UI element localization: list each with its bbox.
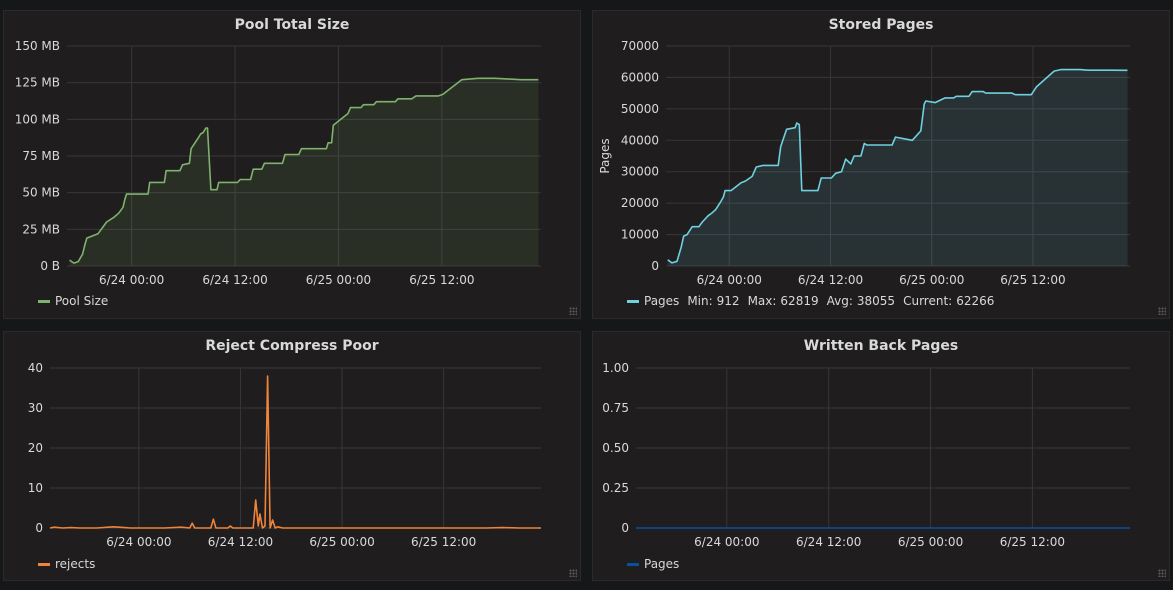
rejects-chart: 0 10 20 30 40 6/24 00:00 6/24 12:00 6/25 00:00 6… (28, 361, 541, 549)
legend: rejects (38, 557, 95, 571)
x-tick-label: 6/24 00:00 (99, 273, 164, 287)
series-area (667, 69, 1128, 266)
y-tick-label: 50 MB (22, 186, 60, 200)
legend-series-name[interactable]: Pool Size (55, 294, 108, 308)
x-tick-label: 6/24 00:00 (694, 535, 759, 549)
legend-swatch (627, 562, 639, 566)
y-tick-label: 0 (651, 259, 659, 273)
y-tick-label: 70000 (621, 39, 659, 53)
series-line[interactable] (49, 375, 541, 529)
legend: Pool Size (38, 294, 108, 308)
y-tick-label: 100 MB (15, 112, 60, 126)
panel-pool-total-size: Pool Total Size 0 B 25 MB 50 MB 75 MB 100 MB… (3, 10, 581, 319)
y-tick-label: 0.50 (602, 441, 629, 455)
y-tick-label: 125 MB (15, 76, 60, 90)
y-tick-label: 20 (28, 441, 43, 455)
legend: Pages Min: 912 Max: 62819 Avg: 38055 Cur… (627, 294, 994, 308)
y-tick-label: 0.25 (602, 481, 629, 495)
y-tick-label: 10000 (621, 228, 659, 242)
legend-min-label: Min: (687, 294, 713, 308)
legend-swatch (38, 562, 50, 566)
grid (50, 367, 541, 529)
x-tick-label: 6/25 00:00 (309, 535, 374, 549)
y-tick-label: 30 (28, 401, 43, 415)
y-tick-label: 10 (28, 481, 43, 495)
legend-swatch (38, 299, 50, 303)
stored-pages-chart: 0 10000 20000 30000 40000 50000 60000 70000 6/24… (598, 39, 1130, 287)
y-tick-label: 0.75 (602, 401, 629, 415)
x-tick-label: 6/25 00:00 (899, 273, 964, 287)
x-tick-label: 6/24 00:00 (106, 535, 171, 549)
y-tick-label: 75 MB (22, 149, 60, 163)
x-tick-label: 6/25 00:00 (898, 535, 963, 549)
panel-written-back-pages: Written Back Pages 0 0.25 0.50 0.75 1.00 6/24… (592, 331, 1170, 581)
y-axis-title: Pages (598, 138, 612, 173)
resize-handle[interactable] (569, 307, 577, 315)
y-tick-label: 50000 (621, 102, 659, 116)
legend-series-name[interactable]: rejects (55, 557, 95, 571)
legend-series-name[interactable]: Pages (644, 294, 679, 308)
y-tick-label: 1.00 (602, 361, 629, 375)
y-tick-label: 0 B (40, 259, 60, 273)
y-tick-label: 40 (28, 361, 43, 375)
y-tick-label: 25 MB (22, 222, 60, 236)
resize-handle[interactable] (1158, 307, 1166, 315)
x-tick-label: 6/24 12:00 (202, 273, 267, 287)
resize-handle[interactable] (569, 569, 577, 577)
y-tick-label: 40000 (621, 133, 659, 147)
legend-avg-label: Avg: (826, 294, 853, 308)
x-tick-label: 6/24 00:00 (697, 273, 762, 287)
x-tick-label: 6/25 12:00 (1000, 535, 1065, 549)
x-tick-label: 6/25 00:00 (306, 273, 371, 287)
resize-handle[interactable] (1158, 569, 1166, 577)
y-tick-label: 0 (35, 521, 43, 535)
y-tick-label: 30000 (621, 165, 659, 179)
legend-max-value: 62819 (780, 294, 819, 308)
series-area (69, 78, 539, 266)
written-back-chart: 0 0.25 0.50 0.75 1.00 6/24 00:00 6/24 12:00 6/2… (602, 361, 1130, 549)
x-tick-label: 6/25 12:00 (411, 535, 476, 549)
legend-current-label: Current: (903, 294, 953, 308)
y-tick-label: 20000 (621, 196, 659, 210)
y-tick-label: 0 (621, 521, 629, 535)
x-tick-label: 6/25 12:00 (409, 273, 474, 287)
y-tick-label: 60000 (621, 70, 659, 84)
legend-swatch (627, 299, 639, 303)
x-tick-label: 6/24 12:00 (798, 273, 863, 287)
grid (636, 367, 1130, 529)
legend-avg-value: 38055 (856, 294, 896, 308)
legend: Pages (627, 557, 679, 571)
legend-series-name[interactable]: Pages (644, 557, 679, 571)
panel-reject-compress-poor: Reject Compress Poor 0 10 20 30 40 6/24 00:00… (3, 331, 581, 581)
x-tick-label: 6/24 12:00 (208, 535, 273, 549)
legend-min-value: 912 (716, 294, 740, 308)
x-tick-label: 6/24 12:00 (796, 535, 861, 549)
panel-stored-pages: Stored Pages 0 10000 20000 30000 40000 50000 6… (592, 10, 1170, 319)
y-tick-label: 150 MB (15, 39, 60, 53)
legend-max-label: Max: (747, 294, 777, 308)
legend-current-value: 62266 (956, 294, 995, 308)
x-tick-label: 6/25 12:00 (1000, 273, 1065, 287)
pool-size-chart: 0 B 25 MB 50 MB 75 MB 100 MB 125 MB 150 MB 6/24… (15, 39, 541, 287)
